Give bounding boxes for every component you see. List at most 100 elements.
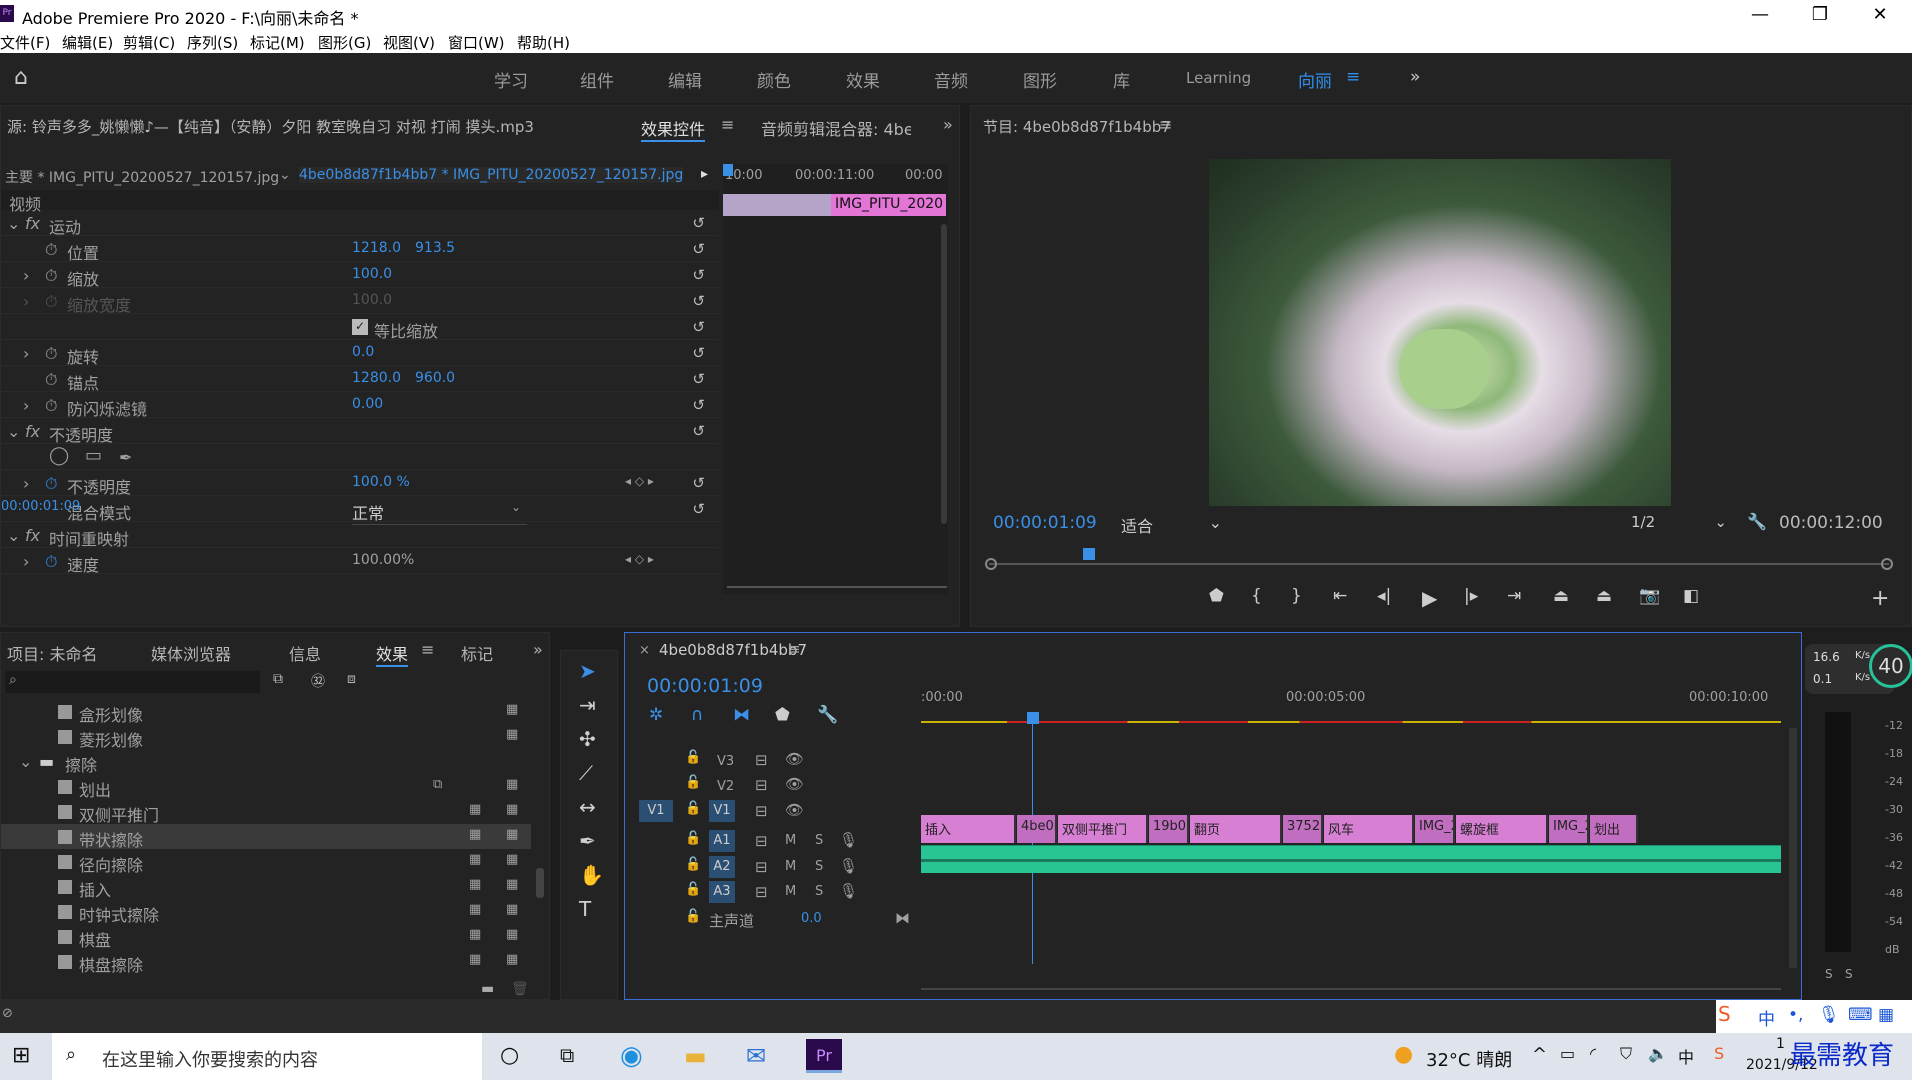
nest-icon[interactable]: ✲ [649, 705, 663, 725]
step-forward-icon[interactable]: |▸ [1464, 586, 1478, 606]
tab-menu-icon[interactable]: ≡ [421, 640, 434, 659]
menu-marker[interactable]: 标记(M) [250, 32, 305, 53]
minimize-button[interactable]: — [1740, 2, 1780, 28]
reset-icon[interactable]: ↺ [692, 422, 705, 440]
battery-icon[interactable]: ▭ [1560, 1044, 1575, 1063]
list-item[interactable]: 双侧平推门 ▦ ▦ [1, 799, 531, 825]
wrench-icon[interactable]: 🔧 [1747, 512, 1767, 531]
menu-edit[interactable]: 编辑(E) [62, 32, 113, 53]
premiere-taskbar-icon[interactable]: Pr [806, 1039, 842, 1073]
timeline-clip[interactable]: IMG_20 [1549, 815, 1589, 843]
pen-mask-icon[interactable]: ✒ [119, 448, 132, 467]
timeline-track-area[interactable]: :00:00 00:00:05:00 00:00:10:00 插入4be0b8双… [921, 688, 1797, 1028]
timeline-clip[interactable]: 划出 [1590, 815, 1638, 843]
list-item[interactable]: 径向擦除 ▦ ▦ [1, 849, 531, 875]
reset-icon[interactable]: ↺ [692, 474, 705, 492]
row-rotation[interactable]: › ⏱ 旋转 0.0 ↺ [1, 340, 719, 367]
32bit-effects-icon[interactable]: ㉜ [311, 671, 325, 691]
reset-icon[interactable]: ↺ [692, 214, 705, 232]
volume-icon[interactable]: 🔈 [1648, 1044, 1668, 1063]
uniform-scale-checkbox[interactable]: ✓ [352, 319, 368, 335]
workspace-assembly[interactable]: 组件 [580, 67, 614, 92]
solo-left-button[interactable]: S [1825, 967, 1833, 981]
go-to-out-icon[interactable]: ⇥ [1507, 586, 1521, 606]
tab-effect-controls[interactable]: 效果控件 [641, 116, 706, 142]
timeline-playhead-handle[interactable] [1027, 712, 1039, 724]
timeline-clip[interactable]: 插入 [921, 815, 1016, 843]
selection-tool-icon[interactable]: ➤ [579, 659, 596, 683]
wifi-icon[interactable]: ◜ [1590, 1044, 1596, 1063]
timeline-clip[interactable]: 翻页 [1190, 815, 1282, 843]
clip-bar[interactable]: IMG_PITU_2020 [831, 194, 946, 216]
program-timecode[interactable]: 00:00:01:09 [993, 513, 1097, 533]
timeline-clip[interactable]: 螺旋框 [1456, 815, 1548, 843]
go-to-in-icon[interactable]: ⇤ [1333, 586, 1347, 606]
program-title[interactable]: 节目: 4be0b8d87f1b4bb7 [983, 116, 1171, 137]
workspace-graphics[interactable]: 图形 [1023, 67, 1057, 92]
task-view-icon[interactable]: ⧉ [560, 1043, 574, 1067]
hand-tool-icon[interactable]: ✋ [579, 863, 604, 887]
panel-overflow-icon[interactable]: » [943, 115, 953, 134]
cortana-icon[interactable]: ○ [500, 1043, 519, 1068]
timeline-clip[interactable]: 4be0b8 [1017, 815, 1057, 843]
audio-clip-a1[interactable] [921, 845, 1781, 873]
menu-sequence[interactable]: 序列(S) [187, 32, 238, 53]
row-uniform-scale[interactable]: ✓ 等比缩放 ↺ [1, 314, 719, 341]
effect-controls-timecode[interactable]: 00:00:01:09 [1, 499, 80, 514]
windows-start-icon[interactable]: ⊞ [12, 1043, 30, 1068]
home-icon[interactable]: ⌂ [14, 65, 28, 90]
timeline-clip[interactable]: 双侧平推门 [1058, 815, 1148, 843]
ime-indicator-icon[interactable]: 中 [1678, 1044, 1694, 1068]
reset-icon[interactable]: ↺ [692, 370, 705, 388]
sequence-tab[interactable]: 4be0b8d87f1b4bb7 [659, 641, 807, 659]
playhead-marker[interactable] [723, 164, 733, 176]
mail-icon[interactable]: ✉ [746, 1042, 766, 1070]
master-track-header[interactable]: 🔓 主声道 0.0 ⧓ [625, 905, 920, 935]
tab-menu-icon[interactable]: ≡ [721, 115, 734, 134]
row-anchor[interactable]: ⏱ 锚点 1280.0 960.0 ↺ [1, 366, 719, 393]
row-anti-flicker[interactable]: › ⏱ 防闪烁滤镜 0.00 ↺ [1, 392, 719, 419]
add-marker-icon[interactable]: ⬟ [1209, 586, 1224, 606]
effect-mini-timeline[interactable]: 10:00 00:00:11:00 00:00 IMG_PITU_2020 [723, 164, 948, 594]
file-explorer-icon[interactable]: ▬ [684, 1042, 707, 1070]
reset-icon[interactable]: ↺ [692, 500, 705, 518]
reset-icon[interactable]: ↺ [692, 344, 705, 362]
ime-toolbar[interactable]: S 中 •, 🎙 ⌨ ▦ [1716, 1000, 1912, 1033]
track-header-v1[interactable]: V1 🔓 V1 ⊟ 👁 [625, 797, 920, 827]
tray-chevron-icon[interactable]: ^ [1532, 1044, 1547, 1065]
add-button-icon[interactable]: + [1871, 586, 1889, 611]
row-blend-mode[interactable]: 混合模式 正常 ⌄ ↺ [1, 496, 719, 525]
program-scrubber[interactable] [989, 563, 1889, 565]
ime-mode[interactable]: 中 [1758, 1005, 1775, 1030]
ripple-edit-tool-icon[interactable]: ✣ [579, 727, 596, 751]
fit-select[interactable]: 适合 ⌄ [1121, 513, 1226, 537]
row-opacity[interactable]: › ⏱ 不透明度 100.0 % ◂ ◇ ▸ ↺ [1, 470, 719, 497]
timeline-clip[interactable]: 风车 [1324, 815, 1414, 843]
tab-menu-icon[interactable]: ≡ [788, 640, 801, 658]
grid-icon[interactable]: ▦ [1878, 1005, 1894, 1025]
menu-file[interactable]: 文件(F) [0, 32, 50, 53]
workspace-editing[interactable]: 编辑 [668, 67, 702, 92]
timeline-timecode[interactable]: 00:00:01:09 [647, 675, 763, 697]
workspace-learn[interactable]: 学习 [494, 67, 528, 92]
reset-icon[interactable]: ↺ [692, 318, 705, 336]
yuv-effects-icon[interactable]: ⧈ [347, 671, 356, 687]
list-item-selected[interactable]: 带状擦除 ▦ ▦ [1, 824, 531, 850]
workspace-audio[interactable]: 音频 [934, 67, 968, 92]
extract-icon[interactable]: ⏏ [1596, 586, 1612, 606]
close-button[interactable]: ✕ [1860, 2, 1900, 28]
menu-help[interactable]: 帮助(H) [517, 32, 570, 53]
maximize-button[interactable]: ❐ [1800, 2, 1840, 28]
source-label[interactable]: 源: 铃声多多_姚懒懒♪—【纯音】（安静）夕阳 教室晚自习 对视 打闹 摸头.m… [7, 116, 534, 137]
keyboard-icon[interactable]: ⌨ [1848, 1005, 1873, 1025]
list-item[interactable]: 盒形划像 ▦ [1, 699, 531, 725]
row-motion[interactable]: ⌄ fx 运动 ↺ [1, 210, 719, 237]
list-item[interactable]: 插入 ▦ ▦ [1, 874, 531, 900]
effects-search-input[interactable]: ⌕ [5, 671, 260, 693]
play-icon[interactable]: ▶ [1422, 586, 1437, 610]
type-tool-icon[interactable]: T [579, 897, 591, 921]
menu-clip[interactable]: 剪辑(C) [123, 32, 175, 53]
reset-icon[interactable]: ↺ [692, 266, 705, 284]
timeline-clip[interactable]: IMG_20 [1415, 815, 1455, 843]
keyframe-nav-icon[interactable]: ◂ ◇ ▸ [625, 474, 654, 488]
